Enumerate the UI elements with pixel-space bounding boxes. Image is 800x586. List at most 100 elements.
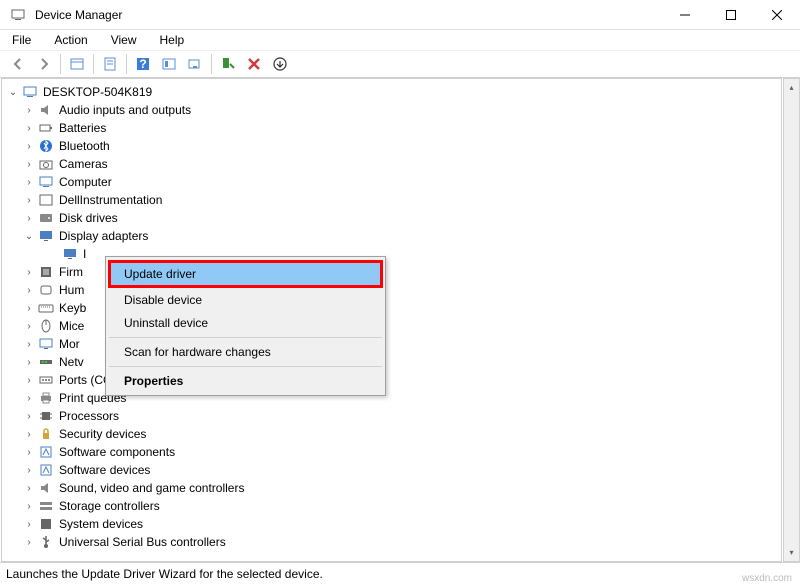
tree-label: Netv <box>57 355 84 369</box>
expander-icon[interactable]: › <box>22 157 36 171</box>
port-icon <box>38 372 54 388</box>
tree-label: Security devices <box>57 427 146 441</box>
update-button[interactable] <box>268 52 292 76</box>
window-controls <box>662 0 800 30</box>
tree-label: Software devices <box>57 463 150 477</box>
software-icon <box>38 444 54 460</box>
maximize-button[interactable] <box>708 0 754 30</box>
expander-icon[interactable]: ⌄ <box>6 85 20 99</box>
svg-text:?: ? <box>139 57 146 71</box>
mouse-icon <box>38 318 54 334</box>
tree-node[interactable]: › DellInstrumentation <box>2 191 781 209</box>
show-hidden-button[interactable] <box>65 52 89 76</box>
keyboard-icon <box>38 300 54 316</box>
processor-icon <box>38 408 54 424</box>
tree-node[interactable]: › Sound, video and game controllers <box>2 479 781 497</box>
help-button[interactable]: ? <box>131 52 155 76</box>
audio-icon <box>38 102 54 118</box>
expander-icon[interactable]: › <box>22 481 36 495</box>
tree-label: I <box>81 247 86 261</box>
expander-icon[interactable]: › <box>22 103 36 117</box>
expander-icon[interactable]: › <box>22 175 36 189</box>
expander-icon[interactable]: › <box>22 463 36 477</box>
expander-icon[interactable]: › <box>22 355 36 369</box>
context-separator <box>109 366 382 367</box>
vertical-scrollbar[interactable]: ▴ ▾ <box>783 78 800 562</box>
tree-label: Mor <box>57 337 80 351</box>
tree-label: Storage controllers <box>57 499 160 513</box>
hid-icon <box>38 282 54 298</box>
tree-node[interactable]: ⌄ Display adapters <box>2 227 781 245</box>
enable-button[interactable] <box>216 52 240 76</box>
menu-action[interactable]: Action <box>50 31 91 49</box>
network-icon <box>38 354 54 370</box>
watermark: wsxdn.com <box>742 573 792 584</box>
scan-button[interactable] <box>183 52 207 76</box>
context-item-update-driver[interactable]: Update driver <box>108 260 383 288</box>
expander-icon[interactable]: › <box>22 517 36 531</box>
tree-node[interactable]: › System devices <box>2 515 781 533</box>
expander-icon[interactable]: › <box>22 139 36 153</box>
menu-view[interactable]: View <box>107 31 141 49</box>
tree-node[interactable]: › Processors <box>2 407 781 425</box>
expander-icon[interactable]: › <box>22 535 36 549</box>
properties-button[interactable] <box>98 52 122 76</box>
tree-label: DellInstrumentation <box>57 193 162 207</box>
expander-icon[interactable]: › <box>22 193 36 207</box>
expander-icon[interactable]: › <box>22 211 36 225</box>
expander-icon[interactable]: › <box>22 427 36 441</box>
security-icon <box>38 426 54 442</box>
menu-file[interactable]: File <box>8 31 35 49</box>
tree-node[interactable]: › Disk drives <box>2 209 781 227</box>
tree-root[interactable]: ⌄ DESKTOP-504K819 <box>2 83 781 101</box>
computer-icon <box>22 84 38 100</box>
titlebar: Device Manager <box>0 0 800 30</box>
tree-node[interactable]: › Cameras <box>2 155 781 173</box>
tree-node[interactable]: › Bluetooth <box>2 137 781 155</box>
tree-node[interactable]: › Security devices <box>2 425 781 443</box>
back-button[interactable] <box>6 52 30 76</box>
monitor-icon <box>38 336 54 352</box>
titlebar-left: Device Manager <box>8 7 122 23</box>
minimize-button[interactable] <box>662 0 708 30</box>
tree-label: Universal Serial Bus controllers <box>57 535 226 549</box>
software-icon <box>38 462 54 478</box>
uninstall-button[interactable] <box>242 52 266 76</box>
forward-button[interactable] <box>32 52 56 76</box>
expander-icon[interactable]: › <box>22 373 36 387</box>
tree-node[interactable]: › Software devices <box>2 461 781 479</box>
tree-node[interactable]: › Audio inputs and outputs <box>2 101 781 119</box>
expander-icon[interactable]: › <box>22 319 36 333</box>
tree-label: Batteries <box>57 121 106 135</box>
context-item-scan-for-hardware-changes[interactable]: Scan for hardware changes <box>108 341 383 363</box>
close-button[interactable] <box>754 0 800 30</box>
tree-node[interactable]: › Computer <box>2 173 781 191</box>
tree-label: Software components <box>57 445 175 459</box>
context-menu: Update driverDisable deviceUninstall dev… <box>105 256 386 396</box>
expander-icon[interactable]: › <box>22 445 36 459</box>
expander-icon[interactable]: ⌄ <box>22 229 36 243</box>
tree-node[interactable]: › Storage controllers <box>2 497 781 515</box>
context-item-uninstall-device[interactable]: Uninstall device <box>108 312 383 334</box>
tree-label: Mice <box>57 319 84 333</box>
scroll-down-button[interactable]: ▾ <box>784 544 799 561</box>
expander-icon[interactable]: › <box>22 499 36 513</box>
scroll-up-button[interactable]: ▴ <box>784 79 799 96</box>
tree-node[interactable]: › Universal Serial Bus controllers <box>2 533 781 551</box>
action-button[interactable] <box>157 52 181 76</box>
expander-icon[interactable]: › <box>22 391 36 405</box>
expander-spacer <box>46 247 60 261</box>
tree-label: System devices <box>57 517 143 531</box>
expander-icon[interactable]: › <box>22 337 36 351</box>
expander-icon[interactable]: › <box>22 265 36 279</box>
menu-help[interactable]: Help <box>156 31 189 49</box>
tree-node[interactable]: › Batteries <box>2 119 781 137</box>
expander-icon[interactable]: › <box>22 121 36 135</box>
expander-icon[interactable]: › <box>22 409 36 423</box>
context-item-disable-device[interactable]: Disable device <box>108 289 383 311</box>
expander-icon[interactable]: › <box>22 283 36 297</box>
context-item-properties[interactable]: Properties <box>108 370 383 392</box>
tree-label: Audio inputs and outputs <box>57 103 191 117</box>
expander-icon[interactable]: › <box>22 301 36 315</box>
tree-node[interactable]: › Software components <box>2 443 781 461</box>
